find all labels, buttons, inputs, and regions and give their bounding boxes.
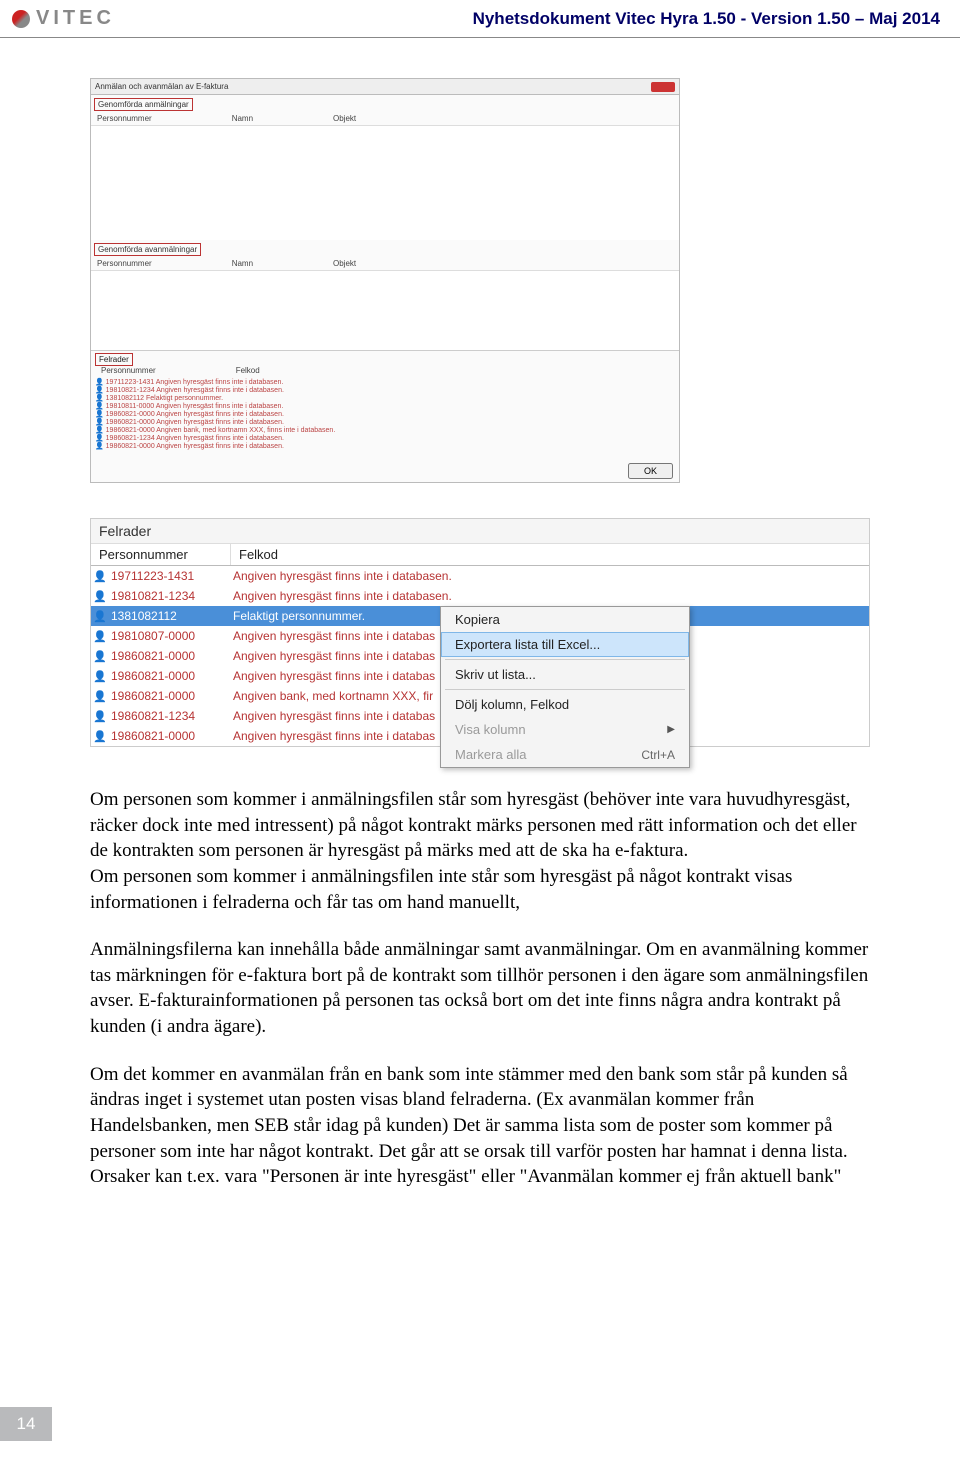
separator [445, 689, 685, 690]
col-felkod: Felkod [231, 544, 869, 565]
person-icon: 👤 [91, 610, 109, 623]
ctx-copy[interactable]: Kopiera [441, 607, 689, 632]
table-row: 👤 19810811-0000 Angiven hyresgäst finns … [95, 402, 675, 410]
table-row: 👤 19860821-0000 Angiven hyresgäst finns … [95, 418, 675, 426]
cell-personnummer: 19860821-0000 [109, 669, 231, 683]
ctx-hide-label: Dölj kolumn, Felkod [455, 697, 569, 712]
cell-felkod: Angiven hyresgäst finns inte i databasen… [231, 569, 869, 583]
panel-title: Felrader [91, 519, 869, 544]
panel-col-header: Personnummer Felkod [91, 544, 869, 566]
person-icon: 👤 [91, 590, 109, 603]
person-icon: 👤 [91, 710, 109, 723]
ctx-print-list[interactable]: Skriv ut lista... [441, 662, 689, 687]
table-row[interactable]: 👤19711223-1431Angiven hyresgäst finns in… [91, 566, 869, 586]
efaktura-dialog: Anmälan och avanmälan av E-faktura Genom… [90, 78, 680, 483]
ok-button[interactable]: OK [628, 463, 673, 479]
paragraph: Om personen som kommer i anmälningsfilen… [90, 787, 870, 915]
close-icon[interactable] [651, 82, 675, 92]
cell-personnummer: 19860821-1234 [109, 709, 231, 723]
ctx-export-label: Exportera lista till Excel... [455, 637, 600, 652]
cell-personnummer: 19860821-0000 [109, 649, 231, 663]
ctx-select-all[interactable]: Markera alla Ctrl+A [441, 742, 689, 767]
dialog1-body-b [91, 271, 679, 350]
logo: VITEC [12, 7, 115, 30]
table-row: 👤 19860821-0000 Angiven bank, med kortna… [95, 426, 675, 434]
table-row: 👤 19860821-1234 Angiven hyresgäst finns … [95, 434, 675, 442]
logo-mark-icon [12, 10, 30, 28]
cell-personnummer: 19860821-0000 [109, 729, 231, 743]
document-title: Nyhetsdokument Vitec Hyra 1.50 - Version… [473, 9, 940, 29]
col-namn: Namn [232, 259, 253, 270]
person-icon: 👤 [91, 570, 109, 583]
table-row: 👤 19860821-0000 Angiven hyresgäst finns … [95, 410, 675, 418]
paragraph: Om det kommer en avanmälan från en bank … [90, 1062, 870, 1190]
para-text: Om personen som kommer i anmälningsfilen… [90, 866, 792, 913]
table-row: 👤 19860821-0000 Angiven hyresgäst finns … [95, 442, 675, 450]
dialog-title: Anmälan och avanmälan av E-faktura [95, 82, 228, 91]
ctx-selectall-label: Markera alla [455, 747, 527, 762]
page-header: VITEC Nyhetsdokument Vitec Hyra 1.50 - V… [0, 0, 960, 38]
table-row: 👤 19810821-1234 Angiven hyresgäst finns … [95, 386, 675, 394]
table-row[interactable]: 👤19810821-1234Angiven hyresgäst finns in… [91, 586, 869, 606]
person-icon: 👤 [91, 730, 109, 743]
paragraph: Anmälningsfilerna kan innehålla både anm… [90, 937, 870, 1040]
cell-personnummer: 19810807-0000 [109, 629, 231, 643]
col-personnummer: Personnummer [97, 114, 152, 125]
col-personnummer: Personnummer [97, 259, 152, 270]
person-icon: 👤 [91, 670, 109, 683]
submenu-arrow-icon: ▶ [667, 724, 675, 735]
table-row: 👤 19711223-1431 Angiven hyresgäst finns … [95, 378, 675, 386]
col-namn: Namn [232, 114, 253, 125]
table-row: 👤 1381082112 Felaktigt personnummer. [95, 394, 675, 402]
cell-personnummer: 19711223-1431 [109, 569, 231, 583]
cell-personnummer: 1381082112 [109, 609, 231, 623]
cell-personnummer: 19810821-1234 [109, 589, 231, 603]
col-personnummer: Personnummer [91, 544, 231, 565]
dialog-titlebar: Anmälan och avanmälan av E-faktura [91, 79, 679, 95]
person-icon: 👤 [91, 650, 109, 663]
section-anmalningar: Genomförda anmälningar [94, 98, 193, 111]
body-text: Om personen som kommer i anmälningsfilen… [90, 787, 870, 1190]
ctx-show-column[interactable]: Visa kolumn ▶ [441, 717, 689, 742]
person-icon: 👤 [91, 630, 109, 643]
col-objekt: Objekt [333, 259, 356, 270]
logo-text: VITEC [36, 7, 115, 30]
ctx-shortcut: Ctrl+A [641, 748, 675, 762]
ctx-export-excel[interactable]: Exportera lista till Excel... [441, 632, 689, 657]
dialog-footer: OK [91, 460, 679, 482]
dialog1-errors: Felrader Personnummer Felkod 👤 19711223-… [91, 350, 679, 460]
dialog1-col-header2: Personnummer Namn Objekt [91, 259, 679, 271]
context-menu: Kopiera Exportera lista till Excel... Sk… [440, 606, 690, 768]
col-personnummer: Personnummer [101, 366, 156, 378]
ctx-hide-column[interactable]: Dölj kolumn, Felkod [441, 692, 689, 717]
dialog1-col-header: Personnummer Namn Objekt [91, 114, 679, 126]
page-number: 14 [0, 1407, 52, 1441]
col-objekt: Objekt [333, 114, 356, 125]
para-text: Om personen som kommer i anmälningsfilen… [90, 789, 857, 861]
person-icon: 👤 [91, 690, 109, 703]
section-avanmalningar: Genomförda avanmälningar [94, 243, 201, 256]
cell-personnummer: 19860821-0000 [109, 689, 231, 703]
ctx-copy-label: Kopiera [455, 612, 500, 627]
col-felkod: Felkod [236, 366, 260, 378]
ctx-print-label: Skriv ut lista... [455, 667, 536, 682]
ctx-show-label: Visa kolumn [455, 722, 526, 737]
section-felrader: Felrader [95, 353, 133, 366]
dialog1-body-a [91, 126, 679, 240]
cell-felkod: Angiven hyresgäst finns inte i databasen… [231, 589, 869, 603]
separator [445, 659, 685, 660]
